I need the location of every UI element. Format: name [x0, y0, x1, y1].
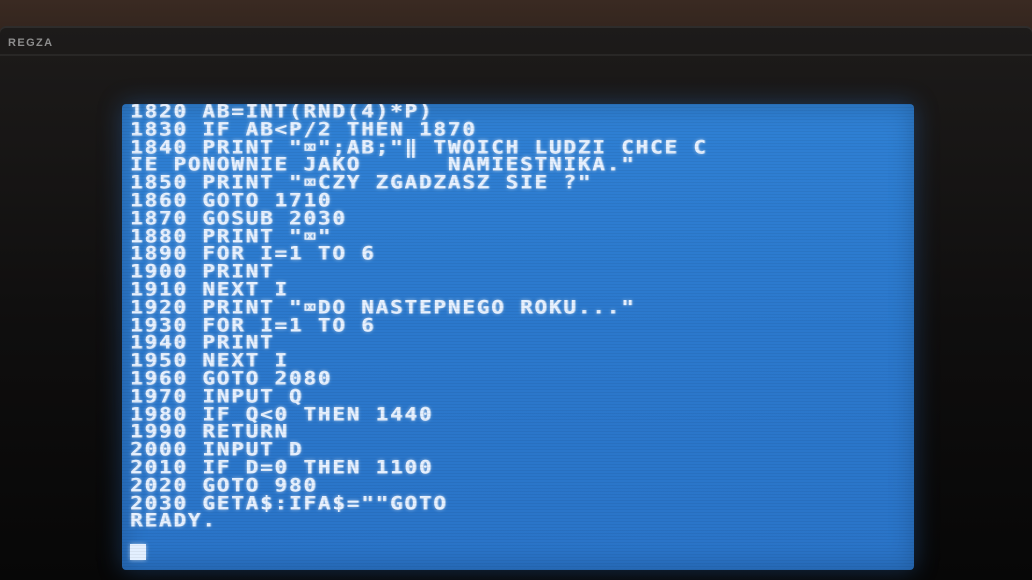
bezel-highlight — [0, 54, 1032, 56]
code-line: 1970 INPUT Q — [130, 385, 304, 407]
tv-brand-label: REGZA — [8, 37, 54, 49]
code-line: 1920 PRINT "⌧DO NASTEPNEGO ROKU..." — [130, 296, 636, 318]
basic-screen[interactable]: 1820 AB=INT(RND(4)*P) 1830 IF AB<P/2 THE… — [122, 104, 914, 570]
ready-prompt: READY. — [130, 509, 217, 532]
code-line: 2020 GOTO 980 — [130, 474, 318, 496]
code-listing: 1820 AB=INT(RND(4)*P) 1830 IF AB<P/2 THE… — [130, 104, 708, 531]
code-line: 1870 GOSUB 2030 — [130, 207, 347, 229]
text-cursor[interactable] — [130, 544, 146, 560]
